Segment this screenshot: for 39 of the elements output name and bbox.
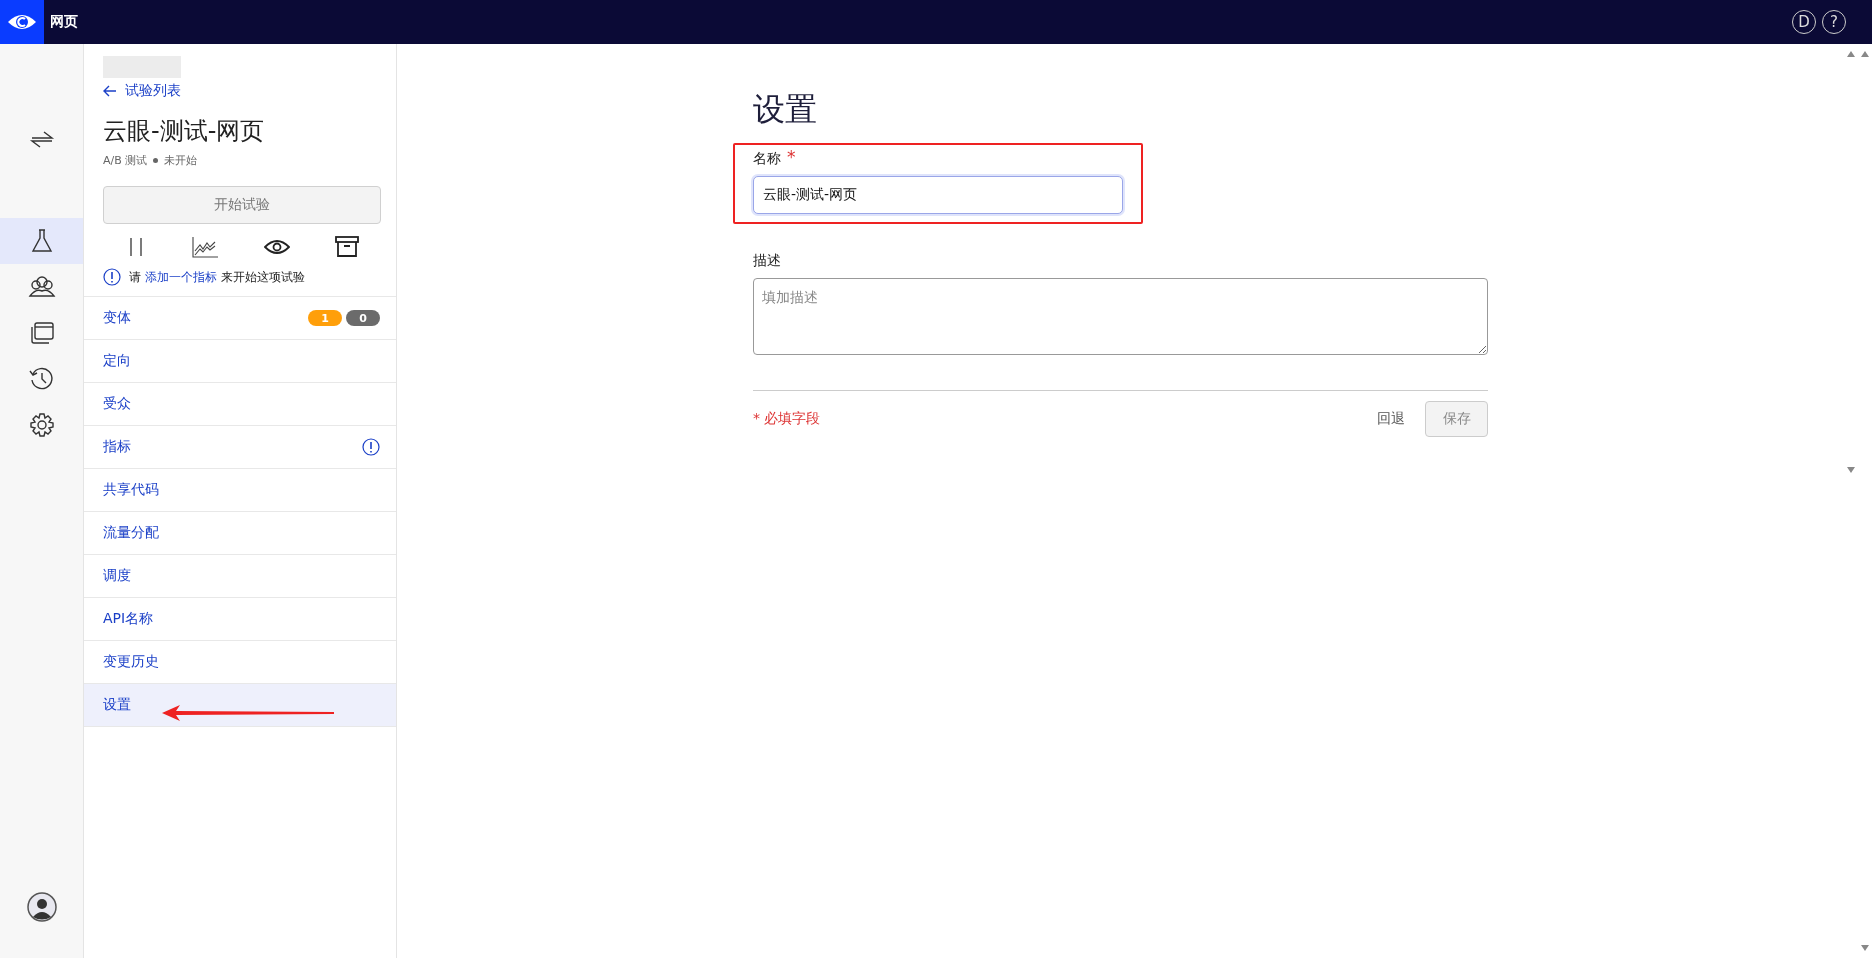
- experiment-status: 未开始: [164, 153, 198, 168]
- sidebar-item[interactable]: 定向: [84, 340, 396, 383]
- sidebar-item[interactable]: 设置: [84, 684, 396, 727]
- required-fields-note: * 必填字段: [753, 410, 821, 428]
- required-asterisk: *: [787, 150, 796, 168]
- sidebar-item[interactable]: 变体 1 0: [84, 297, 396, 340]
- eye-icon[interactable]: [263, 238, 290, 256]
- experiment-title: 云眼-测试-网页: [103, 116, 266, 147]
- count-badge: 0: [346, 310, 380, 326]
- archive-box-icon[interactable]: [334, 236, 359, 258]
- name-input-field[interactable]: 云眼-测试-网页: [753, 176, 1123, 214]
- sidebar-item[interactable]: API名称: [84, 598, 396, 641]
- page-heading: 设置: [753, 89, 818, 130]
- scroll-down-icon[interactable]: [1846, 466, 1856, 474]
- sidebar-item[interactable]: 受众: [84, 383, 396, 426]
- app-title: 网页: [50, 13, 78, 31]
- user-avatar-icon[interactable]: [26, 892, 57, 922]
- scroll-down-icon[interactable]: [1860, 944, 1870, 952]
- count-badge: 1: [308, 310, 342, 326]
- notice-text: 请 添加一个指标 来开始这项试验: [129, 268, 305, 286]
- sidebar-item[interactable]: 共享代码: [84, 469, 396, 512]
- line-chart-icon[interactable]: [190, 235, 219, 259]
- eye-logo-icon[interactable]: [0, 0, 44, 44]
- back-link[interactable]: 试验列表: [103, 82, 181, 100]
- add-metric-link[interactable]: 添加一个指标: [144, 269, 217, 284]
- sidebar-item[interactable]: 调度: [84, 555, 396, 598]
- description-field[interactable]: 填加描述: [753, 278, 1488, 355]
- info-icon: [103, 268, 121, 286]
- sidebar-item[interactable]: 指标: [84, 426, 396, 469]
- revert-button[interactable]: 回退: [1363, 402, 1419, 436]
- separator-dot-icon: [153, 158, 159, 163]
- warning-icon: [362, 438, 380, 456]
- experiment-type: A/B 测试: [103, 153, 148, 168]
- back-arrow-icon[interactable]: [103, 85, 117, 97]
- description-label: 描述: [753, 252, 782, 270]
- sidebar-item[interactable]: 流量分配: [84, 512, 396, 555]
- flask-rail-button[interactable]: [0, 218, 83, 264]
- settings-icon[interactable]: [27, 411, 56, 439]
- name-label: 名称: [753, 150, 781, 168]
